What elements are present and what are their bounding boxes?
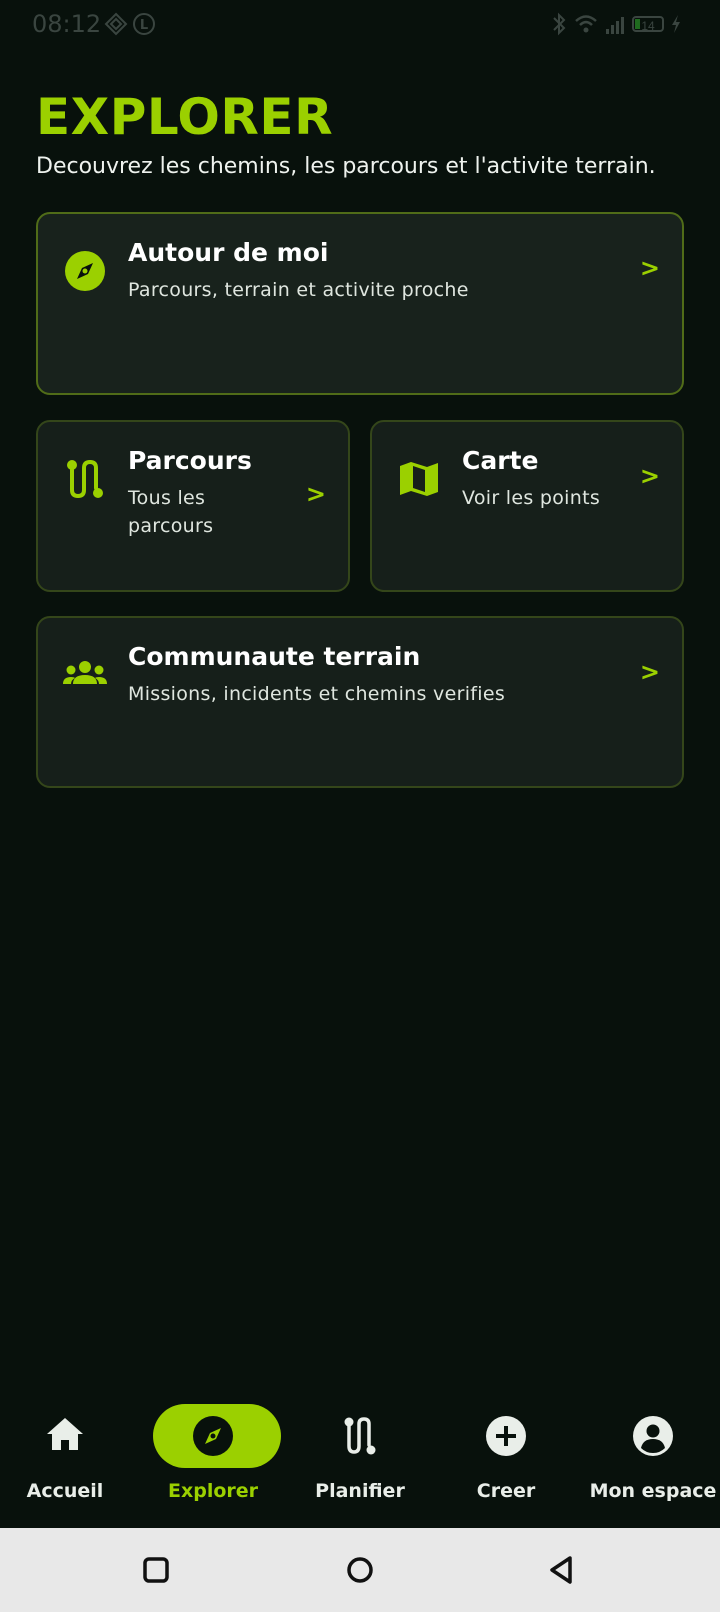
chevron-right-icon: >: [639, 254, 660, 282]
routes-card[interactable]: Parcours Tous les parcours >: [36, 420, 350, 592]
status-bar: 08:12 L 14: [0, 0, 720, 50]
status-right-icons: 14: [550, 12, 682, 36]
recents-icon[interactable]: [136, 1550, 176, 1590]
svg-text:L: L: [140, 18, 148, 33]
nav-item-explorer[interactable]: Explorer: [143, 1390, 283, 1502]
around-me-title: Autour de moi: [128, 238, 329, 267]
group-icon: [63, 661, 107, 684]
page-title: EXPLORER: [36, 88, 334, 146]
battery-icon: 14: [632, 16, 664, 33]
chevron-right-icon: >: [639, 658, 660, 686]
routes-title: Parcours: [128, 446, 252, 475]
diamond-icon: [104, 12, 128, 36]
chevron-right-icon: >: [639, 462, 660, 490]
system-navigation-bar: [0, 1528, 720, 1612]
around-me-card[interactable]: Autour de moi Parcours, terrain et activ…: [36, 212, 684, 395]
account-circle-icon: [633, 1416, 673, 1456]
map-card[interactable]: Carte Voir les points >: [370, 420, 684, 592]
community-title: Communaute terrain: [128, 642, 421, 671]
home-button-icon[interactable]: [340, 1550, 380, 1590]
nav-label: Accueil: [26, 1480, 104, 1502]
page-subtitle: Decouvrez les chemins, les parcours et l…: [36, 154, 656, 179]
wifi-icon: [575, 15, 597, 33]
home-icon: [47, 1418, 83, 1450]
signal-icon: [606, 17, 624, 34]
notification-icon: L: [133, 13, 155, 35]
route-icon: [344, 1417, 376, 1455]
compass-icon: [65, 251, 105, 291]
map-description: Voir les points: [462, 487, 601, 509]
charging-icon: [672, 15, 680, 33]
status-time: 08:12: [32, 10, 102, 38]
battery-level: 14: [641, 19, 655, 33]
nav-item-creer[interactable]: Creer: [436, 1390, 576, 1502]
community-card[interactable]: Communaute terrain Missions, incidents e…: [36, 616, 684, 788]
bottom-navigation: Accueil Explorer Planifier Creer Mon esp…: [0, 1380, 720, 1528]
status-left-icons: L: [104, 12, 156, 36]
nav-label: Explorer: [167, 1480, 259, 1502]
bluetooth-icon: [553, 12, 566, 36]
routes-description: Tous les parcours: [128, 487, 214, 537]
nav-label: Creer: [476, 1480, 536, 1502]
around-me-description: Parcours, terrain et activite proche: [128, 279, 469, 301]
nav-item-accueil[interactable]: Accueil: [0, 1390, 135, 1502]
nav-label: Planifier: [315, 1480, 405, 1502]
chevron-right-icon: >: [305, 480, 326, 508]
nav-item-mon-espace[interactable]: Mon espace: [583, 1390, 720, 1502]
nav-item-planifier[interactable]: Planifier: [290, 1390, 430, 1502]
map-title: Carte: [462, 446, 539, 475]
route-icon: [67, 459, 103, 499]
compass-icon: [193, 1416, 233, 1456]
nav-label: Mon espace: [589, 1480, 717, 1502]
add-circle-icon: [486, 1416, 526, 1456]
map-icon: [400, 462, 438, 496]
back-icon[interactable]: [542, 1550, 582, 1590]
community-description: Missions, incidents et chemins verifies: [128, 683, 506, 705]
